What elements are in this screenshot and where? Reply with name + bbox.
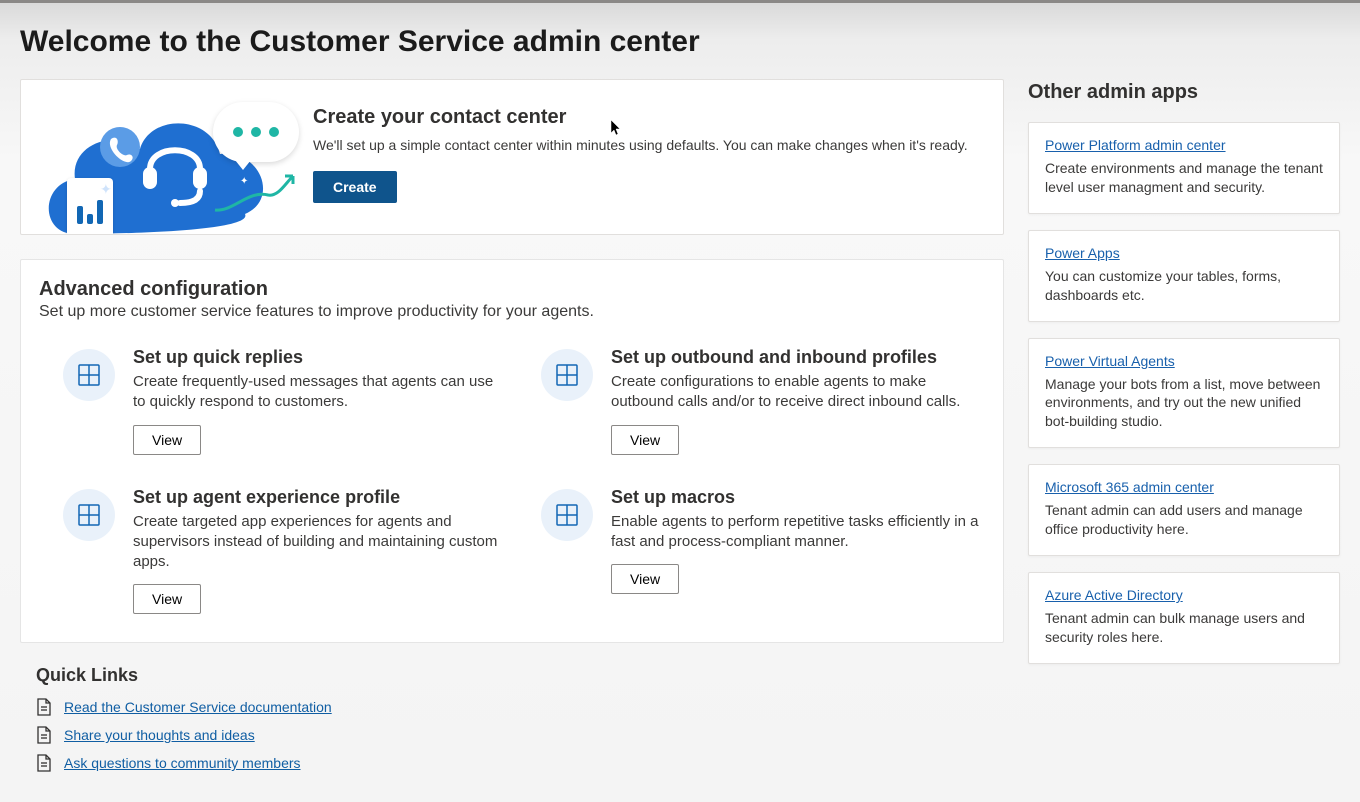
document-icon [36, 726, 52, 744]
adv-item-agent-experience: Set up agent experience profile Create t… [63, 487, 501, 615]
hero-title: Create your contact center [313, 106, 968, 129]
admin-app-desc: Create environments and manage the tenan… [1045, 159, 1323, 197]
adv-item-desc: Create configurations to enable agents t… [611, 372, 979, 413]
view-button[interactable]: View [133, 425, 201, 455]
document-icon [36, 698, 52, 716]
page-title: Welcome to the Customer Service admin ce… [20, 25, 1340, 59]
create-button[interactable]: Create [313, 171, 397, 203]
admin-app-card: Power Virtual Agents Manage your bots fr… [1028, 338, 1340, 449]
grid-icon [541, 349, 593, 401]
adv-item-title: Set up macros [611, 487, 979, 508]
adv-item-desc: Create targeted app experiences for agen… [133, 512, 501, 573]
adv-item-title: Set up agent experience profile [133, 487, 501, 508]
grid-icon [63, 489, 115, 541]
advanced-subtitle: Set up more customer service features to… [39, 303, 979, 321]
quick-link-item: Ask questions to community members [36, 754, 1004, 772]
admin-app-card: Power Apps You can customize your tables… [1028, 230, 1340, 322]
admin-app-link[interactable]: Power Virtual Agents [1045, 353, 1175, 369]
quick-link[interactable]: Ask questions to community members [64, 755, 301, 771]
admin-app-desc: Manage your bots from a list, move betwe… [1045, 375, 1323, 432]
quick-link[interactable]: Share your thoughts and ideas [64, 727, 255, 743]
other-apps-title: Other admin apps [1028, 81, 1340, 104]
adv-item-desc: Enable agents to perform repetitive task… [611, 512, 979, 553]
admin-app-card: Microsoft 365 admin center Tenant admin … [1028, 464, 1340, 556]
admin-app-card: Power Platform admin center Create envir… [1028, 122, 1340, 214]
admin-app-card: Azure Active Directory Tenant admin can … [1028, 572, 1340, 664]
document-icon [36, 754, 52, 772]
adv-item-profiles: Set up outbound and inbound profiles Cre… [541, 347, 979, 455]
hero-description: We'll set up a simple contact center wit… [313, 137, 968, 153]
adv-item-macros: Set up macros Enable agents to perform r… [541, 487, 979, 615]
adv-item-desc: Create frequently-used messages that age… [133, 372, 501, 413]
quick-link[interactable]: Read the Customer Service documentation [64, 699, 332, 715]
grid-icon [63, 349, 115, 401]
adv-item-quick-replies: Set up quick replies Create frequently-u… [63, 347, 501, 455]
admin-app-link[interactable]: Azure Active Directory [1045, 587, 1183, 603]
admin-app-desc: You can customize your tables, forms, da… [1045, 267, 1323, 305]
quick-link-item: Read the Customer Service documentation [36, 698, 1004, 716]
hero-card: ✦ ✦ ✦ Create your contact center We'll s… [20, 79, 1004, 235]
quick-link-item: Share your thoughts and ideas [36, 726, 1004, 744]
adv-item-title: Set up outbound and inbound profiles [611, 347, 979, 368]
quick-links-section: Quick Links Read the Customer Service do… [20, 665, 1004, 772]
admin-app-desc: Tenant admin can bulk manage users and s… [1045, 609, 1323, 647]
advanced-configuration-section: Advanced configuration Set up more custo… [20, 259, 1004, 643]
other-admin-apps-section: Other admin apps Power Platform admin ce… [1028, 79, 1340, 680]
view-button[interactable]: View [611, 425, 679, 455]
admin-app-link[interactable]: Microsoft 365 admin center [1045, 479, 1214, 495]
window-topbar [0, 0, 1360, 3]
quick-links-title: Quick Links [36, 665, 1004, 686]
view-button[interactable]: View [611, 564, 679, 594]
hero-illustration: ✦ ✦ ✦ [45, 96, 293, 234]
advanced-title: Advanced configuration [39, 278, 979, 301]
admin-app-link[interactable]: Power Platform admin center [1045, 137, 1226, 153]
admin-app-desc: Tenant admin can add users and manage of… [1045, 501, 1323, 539]
grid-icon [541, 489, 593, 541]
adv-item-title: Set up quick replies [133, 347, 501, 368]
admin-app-link[interactable]: Power Apps [1045, 245, 1120, 261]
view-button[interactable]: View [133, 584, 201, 614]
